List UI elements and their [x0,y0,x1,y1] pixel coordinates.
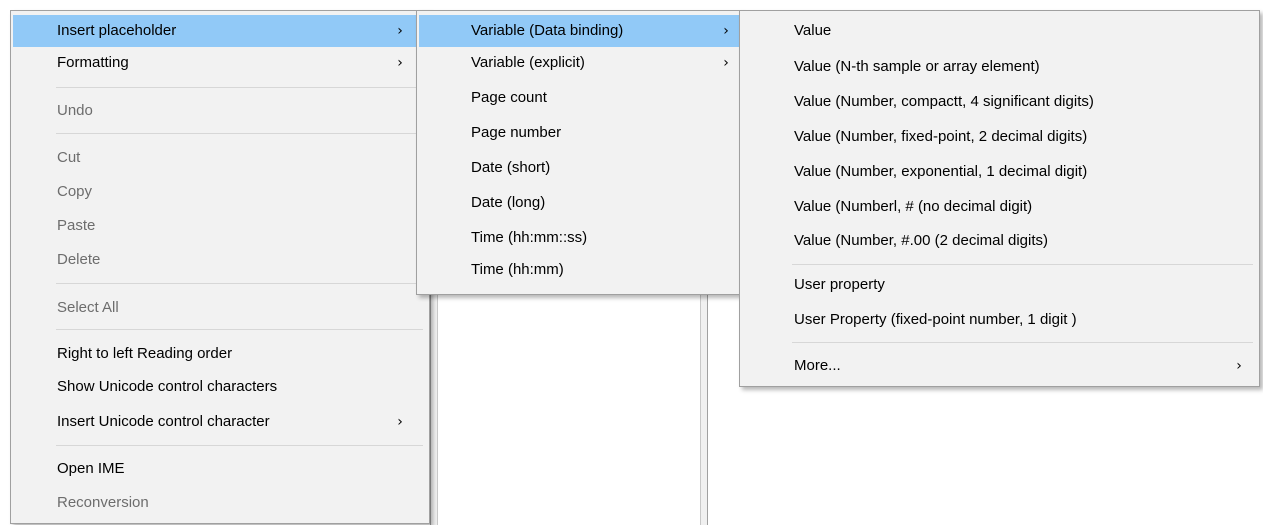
menu-item-date-short[interactable]: Date (short) [419,152,739,184]
menu-separator [56,283,423,284]
menu-item-variable-explicit[interactable]: Variable (explicit) › [419,47,739,79]
menu-item-label: Cut [57,149,81,166]
menu-item-label: Value (Number, fixed-point, 2 decimal di… [794,128,1088,145]
menu-item-user-property-fixed[interactable]: User Property (fixed-point number, 1 dig… [742,304,1257,336]
menu-separator [792,264,1253,265]
menu-item-label: Reconversion [57,494,149,511]
menu-item-label: Value (Numberl, # (no decimal digit) [794,198,1033,215]
menu-item-value[interactable]: Value [742,15,1257,47]
context-menu: Insert placeholder › Formatting › Undo C… [10,10,430,524]
menu-item-label: Paste [57,217,96,234]
menu-item-cut[interactable]: Cut [13,142,427,174]
menu-item-label: Time (hh:mm::ss) [471,229,588,246]
menu-item-label: Date (long) [471,194,546,211]
screen: Insert placeholder › Formatting › Undo C… [0,0,1263,525]
menu-item-label: Variable (Data binding) [471,22,624,39]
menu-separator [56,87,423,88]
menu-item-label: Value (Number, compactt, 4 significant d… [794,93,1094,110]
menu-item-label: Insert Unicode control character [57,413,270,430]
menu-item-label: More... [794,357,841,374]
menu-item-page-count[interactable]: Page count [419,82,739,114]
data-binding-submenu: Value Value (N-th sample or array elemen… [739,10,1260,387]
menu-item-date-long[interactable]: Date (long) [419,187,739,219]
chevron-right-icon: › [723,23,729,39]
menu-separator [56,329,423,330]
menu-item-value-compact[interactable]: Value (Number, compactt, 4 significant d… [742,86,1257,118]
menu-item-select-all[interactable]: Select All [13,292,427,324]
menu-item-label: Value (Number, exponential, 1 decimal di… [794,163,1088,180]
menu-item-label: Date (short) [471,159,551,176]
chevron-right-icon: › [723,55,729,71]
menu-item-value-nth-sample[interactable]: Value (N-th sample or array element) [742,51,1257,83]
menu-item-label: Value (N-th sample or array element) [794,58,1040,75]
menu-item-label: User property [794,276,885,293]
menu-item-paste[interactable]: Paste [13,210,427,242]
menu-item-label: Open IME [57,460,125,477]
menu-item-copy[interactable]: Copy [13,176,427,208]
menu-separator [56,133,423,134]
chevron-right-icon: › [397,55,403,71]
menu-item-variable-data-binding[interactable]: Variable (Data binding) › [419,15,739,47]
menu-item-label: User Property (fixed-point number, 1 dig… [794,311,1077,328]
menu-item-user-property[interactable]: User property [742,269,1257,301]
menu-item-page-number[interactable]: Page number [419,117,739,149]
menu-item-time-hhmmss[interactable]: Time (hh:mm::ss) [419,222,739,254]
menu-item-label: Variable (explicit) [471,54,585,71]
menu-item-label: Value (Number, #.00 (2 decimal digits) [794,232,1049,249]
menu-item-label: Insert placeholder [57,22,177,39]
menu-item-insert-placeholder[interactable]: Insert placeholder › [13,15,427,47]
menu-separator [792,342,1253,343]
menu-item-label: Copy [57,183,93,200]
menu-item-label: Delete [57,251,101,268]
menu-item-time-hhmm[interactable]: Time (hh:mm) [419,254,739,286]
menu-item-insert-unicode[interactable]: Insert Unicode control character › [13,406,427,438]
menu-item-formatting[interactable]: Formatting › [13,47,427,79]
menu-item-label: Undo [57,102,93,119]
menu-item-open-ime[interactable]: Open IME [13,453,427,485]
menu-item-value-fixed-point[interactable]: Value (Number, fixed-point, 2 decimal di… [742,121,1257,153]
menu-item-value-exponential[interactable]: Value (Number, exponential, 1 decimal di… [742,156,1257,188]
menu-item-label: Time (hh:mm) [471,261,564,278]
menu-item-right-to-left[interactable]: Right to left Reading order [13,338,427,370]
menu-item-undo[interactable]: Undo [13,95,427,127]
menu-item-label: Page count [471,89,547,106]
menu-item-label: Select All [57,299,119,316]
menu-item-show-unicode[interactable]: Show Unicode control characters [13,371,427,403]
menu-item-label: Show Unicode control characters [57,378,278,395]
menu-item-label: Page number [471,124,562,141]
menu-item-delete[interactable]: Delete [13,244,427,276]
menu-item-value-no-decimal[interactable]: Value (Numberl, # (no decimal digit) [742,191,1257,223]
menu-item-label: Value [794,22,832,39]
menu-item-value-two-decimal[interactable]: Value (Number, #.00 (2 decimal digits) [742,225,1257,257]
background-window-content [437,290,701,525]
menu-item-reconversion[interactable]: Reconversion [13,487,427,519]
menu-item-label: Right to left Reading order [57,345,233,362]
menu-item-label: Formatting [57,54,129,71]
background-window [430,290,708,525]
placeholder-submenu: Variable (Data binding) › Variable (expl… [416,10,742,295]
menu-separator [56,445,423,446]
chevron-right-icon: › [397,23,403,39]
chevron-right-icon: › [1236,358,1242,374]
chevron-right-icon: › [397,414,403,430]
menu-item-more[interactable]: More... › [742,350,1257,382]
